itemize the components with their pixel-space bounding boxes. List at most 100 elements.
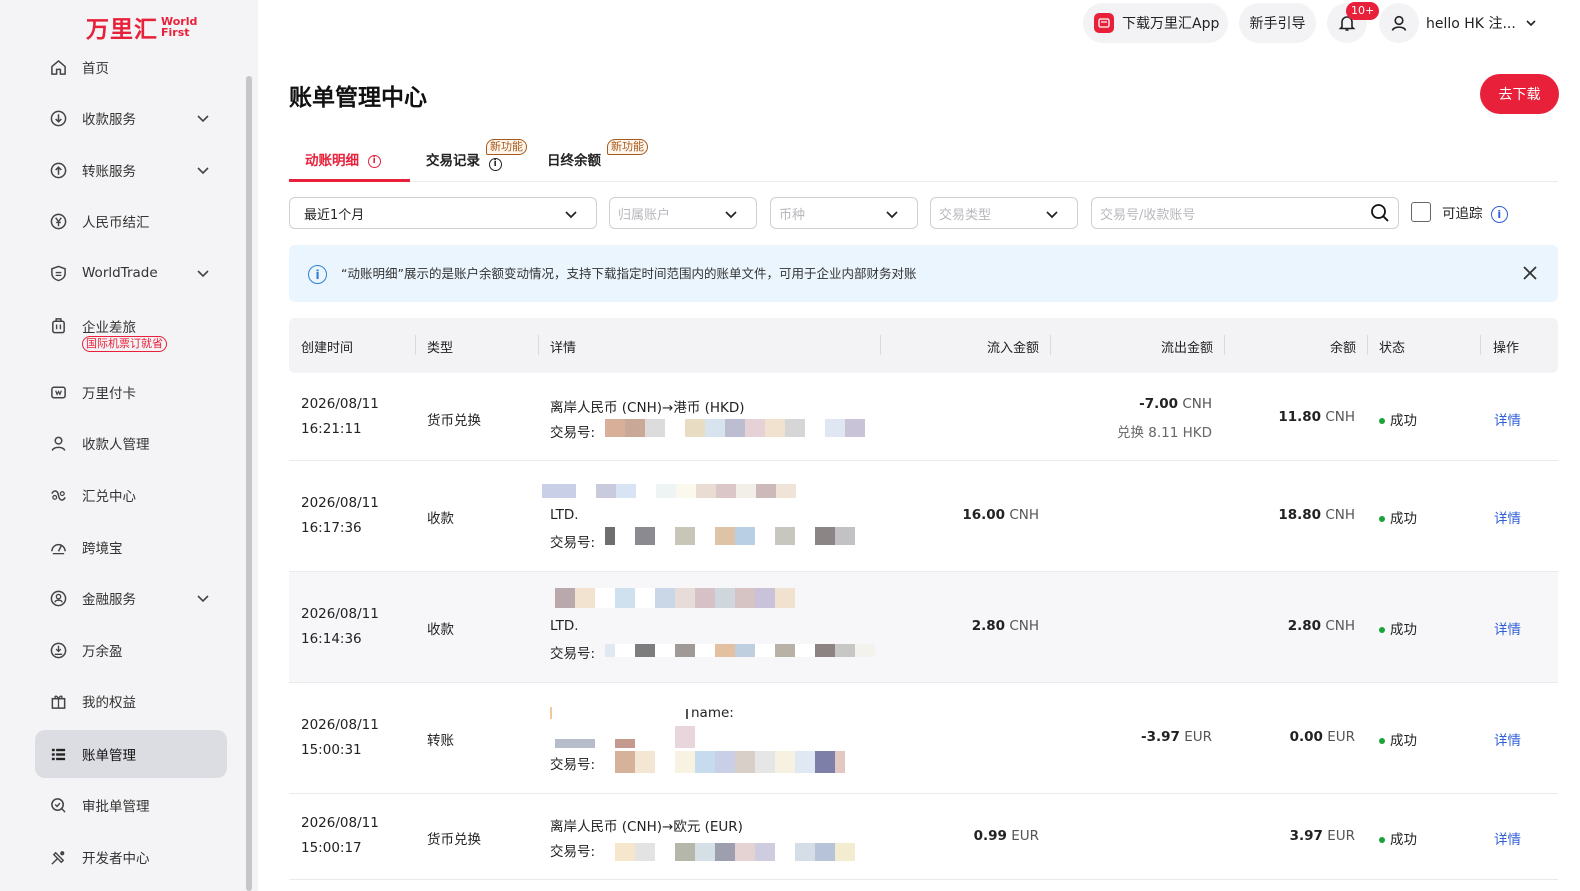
details-link[interactable]: 详情	[1494, 618, 1521, 638]
sidebar-item-wanyuying[interactable]: 万余盈	[35, 626, 227, 674]
info-icon[interactable]: i	[1490, 205, 1508, 223]
info-icon[interactable]: i	[367, 154, 381, 168]
rmb-icon	[49, 212, 67, 230]
active-tab-indicator	[289, 179, 410, 182]
row-detail: LTD.	[550, 507, 579, 523]
sidebar-item-finance[interactable]: 金融服务	[35, 574, 227, 622]
download-app-button[interactable]: 下载万里汇App	[1083, 3, 1228, 43]
sidebar-item-exchange[interactable]: 汇兑中心	[35, 471, 227, 519]
details-link[interactable]: 详情	[1494, 409, 1521, 429]
guide-button[interactable]: 新手引导	[1239, 3, 1316, 43]
row-detail: name:	[691, 705, 734, 721]
period-select[interactable]: 最近1个月	[289, 197, 597, 229]
column-header-type: 类型	[427, 341, 454, 356]
row-date: 2026/08/11	[301, 396, 379, 412]
sidebar-item-rmb-settlement[interactable]: 人民币结汇	[35, 197, 227, 245]
status-badge: 成功	[1379, 618, 1417, 638]
new-feature-tag: 新功能	[607, 139, 648, 155]
row-balance: 0.00 EUR	[1289, 729, 1355, 745]
tab-daily-balance[interactable]: 日终余额	[547, 149, 601, 169]
chevron-down-icon	[197, 167, 209, 175]
row-detail: 离岸人民币 (CNH)→港币 (HKD)	[550, 400, 745, 416]
status-success-dot	[1379, 837, 1385, 843]
details-link[interactable]: 详情	[1494, 828, 1521, 848]
info-icon[interactable]: i	[488, 157, 502, 171]
row-type: 收款	[427, 511, 454, 527]
chevron-down-icon	[1046, 211, 1058, 219]
transaction-type-select[interactable]: 交易类型	[930, 197, 1078, 229]
redacted-mark	[550, 707, 552, 719]
row-detail: 离岸人民币 (CNH)→欧元 (EUR)	[550, 819, 743, 835]
row-inflow: 16.00 CNH	[962, 507, 1039, 523]
row-txn-label: 交易号:	[550, 425, 596, 441]
chevron-down-icon	[197, 115, 209, 123]
sidebar-item-worldtrade[interactable]: WorldTrade	[35, 249, 227, 297]
traceable-label: 可追踪 i	[1442, 202, 1508, 223]
status-badge: 成功	[1379, 409, 1417, 429]
status-badge: 成功	[1379, 507, 1417, 527]
status-badge: 成功	[1379, 828, 1417, 848]
chevron-down-icon	[197, 595, 209, 603]
download-button[interactable]: 去下载	[1480, 74, 1559, 114]
row-balance: 11.80 CNH	[1278, 409, 1355, 425]
page-title: 账单管理中心	[289, 85, 427, 111]
account-select[interactable]: 归属账户	[609, 197, 757, 229]
table-row: 2026/08/11 15:00:31 转账 name: 交易号: -3.97 …	[289, 683, 1558, 794]
close-icon[interactable]	[1522, 265, 1538, 281]
finance-icon	[49, 589, 67, 607]
exchange-icon	[49, 486, 67, 504]
sidebar-item-bill-management[interactable]: 账单管理	[35, 730, 227, 778]
sidebar-item-payee[interactable]: 收款人管理	[35, 419, 227, 467]
row-inflow: 2.80 CNH	[971, 618, 1039, 634]
notification-count-badge: 10+	[1346, 2, 1380, 20]
row-balance: 2.80 CNH	[1287, 618, 1355, 634]
search-icon[interactable]	[1370, 203, 1390, 223]
user-menu[interactable]: hello HK 注...	[1426, 13, 1538, 33]
sidebar-item-business-travel[interactable]: 企业差旅 国际机票订就省	[35, 300, 227, 356]
row-txn-label: 交易号:	[550, 757, 596, 773]
sidebar-item-home[interactable]: 首页	[35, 43, 227, 91]
shield-icon	[49, 264, 67, 282]
details-link[interactable]: 详情	[1494, 729, 1521, 749]
status-badge: 成功	[1379, 729, 1417, 749]
row-txn-label: 交易号:	[550, 844, 596, 860]
row-date: 2026/08/11	[301, 606, 379, 622]
table-row: 2026/08/11 15:00:17 货币兑换 离岸人民币 (CNH)→欧元 …	[289, 794, 1558, 880]
chevron-down-icon	[197, 270, 209, 278]
sidebar-item-card[interactable]: 万里付卡	[35, 368, 227, 416]
row-txn-label: 交易号:	[550, 535, 596, 551]
receive-icon	[49, 109, 67, 127]
redacted-transaction-id	[605, 644, 875, 657]
sidebar-scrollbar[interactable]	[246, 76, 252, 891]
tabs-divider	[289, 181, 1558, 182]
sidebar-item-developer[interactable]: 开发者中心	[35, 833, 227, 881]
row-balance: 3.97 EUR	[1289, 828, 1355, 844]
gift-icon	[49, 692, 67, 710]
sidebar-item-transfer[interactable]: 转账服务	[35, 146, 227, 194]
details-link[interactable]: 详情	[1494, 507, 1521, 527]
row-date: 2026/08/11	[301, 495, 379, 511]
sidebar-item-receive[interactable]: 收款服务	[35, 94, 227, 142]
tab-account-details[interactable]: 动账明细 i	[305, 149, 381, 169]
chevron-down-icon	[565, 211, 577, 219]
row-inflow: 0.99 EUR	[973, 828, 1039, 844]
sidebar-item-benefits[interactable]: 我的权益	[35, 677, 227, 725]
user-avatar-icon	[1391, 15, 1407, 31]
sidebar-item-crossborder[interactable]: 跨境宝	[35, 523, 227, 571]
currency-select[interactable]: 币种	[770, 197, 918, 229]
traceable-checkbox[interactable]	[1411, 202, 1431, 222]
chevron-down-icon	[1526, 20, 1536, 27]
sidebar-item-approval[interactable]: 审批单管理	[35, 781, 227, 829]
avatar[interactable]	[1379, 3, 1419, 43]
search-input[interactable]: 交易号/收款账号	[1091, 197, 1399, 229]
row-outflow: -3.97 EUR	[1140, 729, 1212, 745]
redacted-payee-name	[555, 726, 695, 748]
column-header-inflow: 流入金额	[986, 341, 1039, 356]
row-time: 15:00:17	[301, 840, 362, 856]
new-feature-tag: 新功能	[486, 139, 527, 155]
redacted-transaction-id	[605, 751, 845, 773]
row-outflow: -7.00 CNH	[1139, 396, 1212, 412]
transfer-icon	[49, 161, 67, 179]
card-icon	[49, 383, 67, 401]
worldfirst-logo[interactable]: 万里汇 World First	[86, 10, 197, 44]
